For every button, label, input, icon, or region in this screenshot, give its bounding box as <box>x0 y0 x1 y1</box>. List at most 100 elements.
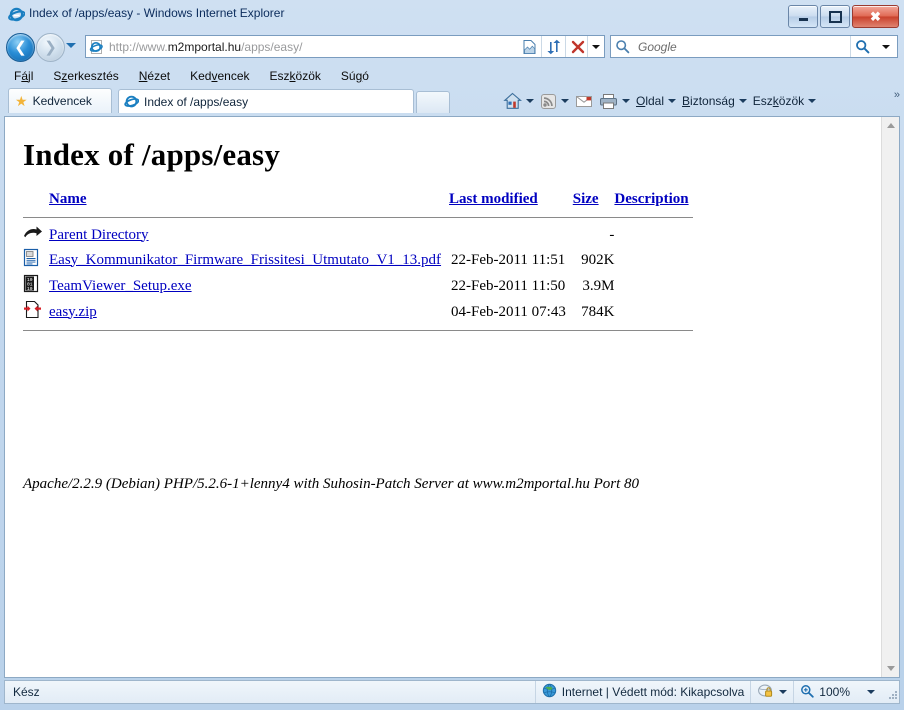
row-modified-cell: 04-Feb-2011 07:43 <box>451 303 566 320</box>
stop-button[interactable] <box>566 36 589 57</box>
home-button[interactable] <box>500 87 537 115</box>
row-description-cell <box>614 223 693 247</box>
vertical-scrollbar[interactable] <box>881 117 899 677</box>
back-button[interactable]: ❮ <box>6 33 35 62</box>
security-zone-label: Internet | Védett mód: Kikapcsolva <box>561 685 745 699</box>
new-tab-button[interactable] <box>416 91 450 113</box>
row-description-cell <box>614 273 693 299</box>
compressed-file-icon <box>23 300 42 323</box>
security-zone-button[interactable]: Internet | Védett mód: Kikapcsolva <box>534 681 751 703</box>
chevron-down-icon <box>622 99 630 103</box>
globe-icon <box>542 683 557 701</box>
command-bar-overflow-button[interactable]: » <box>894 89 900 101</box>
star-icon: ★ <box>15 92 28 109</box>
search-go-icon <box>856 40 870 54</box>
search-provider-dropdown[interactable] <box>874 36 897 57</box>
search-go-button[interactable] <box>851 36 874 57</box>
maximize-button[interactable] <box>820 5 850 28</box>
chevron-up-icon <box>886 123 895 128</box>
feeds-icon <box>541 93 556 109</box>
minimize-button[interactable] <box>788 5 818 28</box>
tab-bar: ★ Kedvencek Index of /apps/easy O ldal B… <box>0 87 904 115</box>
status-text: Kész <box>13 685 40 699</box>
refresh-icon <box>546 39 560 54</box>
row-name-cell: Easy_Kommunikator_Firmware_Frissitesi_Ut… <box>49 247 449 273</box>
print-button[interactable] <box>596 87 633 115</box>
sort-by-name-link[interactable]: Name <box>49 191 87 207</box>
status-bar: Kész Internet | Védett mód: Kikapcsolva <box>4 680 900 704</box>
horizontal-rule-top <box>23 217 693 218</box>
zoom-icon <box>800 684 814 701</box>
chevron-down-icon <box>668 99 677 103</box>
close-button[interactable]: ✖ <box>852 5 899 28</box>
column-name: Name <box>49 191 449 212</box>
refresh-button[interactable] <box>542 36 565 57</box>
resize-grip[interactable] <box>883 685 897 699</box>
tab-index-of-apps-easy[interactable]: Index of /apps/easy <box>118 89 414 113</box>
menu-item-eszkozok[interactable]: Eszközök <box>270 69 321 83</box>
favorites-label: Kedvencek <box>32 94 92 108</box>
menu-item-fajl[interactable]: Fájl <box>14 69 33 83</box>
table-row: Parent Directory - <box>23 223 693 247</box>
file-link[interactable]: Easy_Kommunikator_Firmware_Frissitesi_Ut… <box>49 252 441 268</box>
binary-file-icon: 10 01 10 <box>23 274 40 297</box>
row-icon-cell <box>23 299 49 325</box>
sort-by-size-link[interactable]: Size <box>573 191 599 207</box>
feeds-button[interactable] <box>537 87 572 115</box>
address-dropdown-button[interactable] <box>587 36 604 57</box>
chevron-down-icon[interactable] <box>867 690 875 694</box>
scroll-down-button[interactable] <box>882 660 899 677</box>
page-title: Index of /apps/easy <box>23 137 281 172</box>
menu-item-nezet[interactable]: Nézet <box>139 69 170 83</box>
row-modified-cell: 22-Feb-2011 11:50 <box>451 277 566 294</box>
privacy-report-button[interactable] <box>750 681 793 703</box>
row-icon-cell: 10 01 10 <box>23 273 49 299</box>
apache-directory-index-page: Index of /apps/easy Name Last modified S… <box>5 117 882 677</box>
menu-item-sugo[interactable]: Súgó <box>341 69 369 83</box>
chevron-down-icon <box>779 690 788 694</box>
chevron-down-icon <box>561 99 569 103</box>
file-link[interactable]: Parent Directory <box>49 227 149 243</box>
menu-label-pre: Ked <box>190 69 212 83</box>
search-box[interactable]: Google <box>610 35 898 58</box>
file-link[interactable]: TeamViewer_Setup.exe <box>49 278 192 294</box>
chevron-down-icon <box>881 44 890 49</box>
page-favicon-icon <box>89 39 105 55</box>
mail-button[interactable] <box>572 87 596 115</box>
menu-bar: Fájl Szerkesztés Nézet Kedvencek Eszközö… <box>0 65 904 87</box>
menu-label-post: erkesztés <box>67 69 119 83</box>
scroll-up-button[interactable] <box>882 117 899 134</box>
menu-label-post: encek <box>217 69 250 83</box>
menu-item-szerkesztes[interactable]: Szerkesztés <box>53 69 118 83</box>
recent-pages-dropdown-icon[interactable] <box>66 43 76 48</box>
table-row: Easy_Kommunikator_Firmware_Frissitesi_Ut… <box>23 247 693 273</box>
menu-label-post: ó <box>362 69 369 83</box>
command-biztonsag[interactable]: Biztonság <box>679 87 750 115</box>
row-icon-cell <box>23 223 49 247</box>
tab-favicon-icon <box>124 94 139 109</box>
command-eszkozok[interactable]: Esz k özök <box>750 87 819 115</box>
home-icon <box>503 92 522 109</box>
sort-by-date-link[interactable]: Last modified <box>449 191 538 207</box>
chevron-down-icon <box>738 99 747 103</box>
zoom-control[interactable]: 100% <box>793 681 881 703</box>
chevron-down-icon <box>526 99 534 103</box>
row-size-cell: 784K <box>581 303 615 320</box>
zoom-level-label: 100% <box>819 685 850 699</box>
menu-label-pre: Esz <box>269 69 290 83</box>
document-file-icon <box>23 248 40 271</box>
search-input[interactable]: Google <box>638 40 850 54</box>
horizontal-rule-bottom <box>23 330 693 331</box>
sort-by-description-link[interactable]: Description <box>614 191 688 207</box>
forward-button[interactable]: ❯ <box>36 33 65 62</box>
cmd-label-accel: B <box>682 94 691 108</box>
favorites-button[interactable]: ★ Kedvencek <box>8 88 112 113</box>
cmd-label-post: özök <box>778 94 805 108</box>
compatibility-view-button[interactable] <box>518 36 541 57</box>
file-link[interactable]: easy.zip <box>49 304 97 320</box>
parent-directory-icon <box>23 226 43 245</box>
row-icon-cell <box>23 247 49 273</box>
command-oldal[interactable]: Oldal <box>633 87 679 115</box>
menu-item-kedvencek[interactable]: Kedvencek <box>190 69 249 83</box>
minimize-icon <box>789 6 817 27</box>
